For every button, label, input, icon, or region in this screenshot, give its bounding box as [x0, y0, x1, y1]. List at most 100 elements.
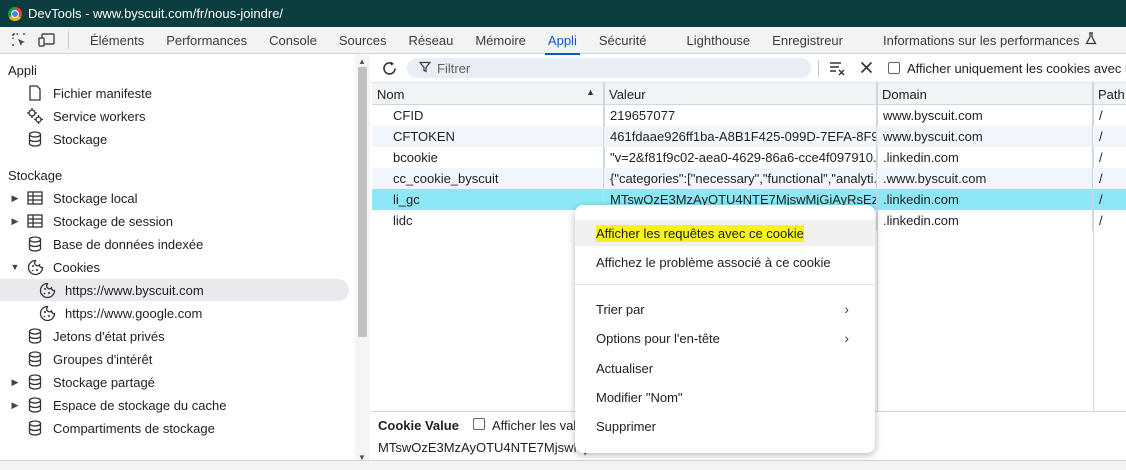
cookie-icon	[38, 304, 56, 322]
filter-input[interactable]	[437, 60, 777, 76]
toolbar-divider	[68, 31, 69, 49]
delete-all-cookies-icon[interactable]	[860, 61, 873, 77]
sidebar-item-label: Base de données indexée	[53, 236, 204, 252]
cell-value: {"categories":["necessary","functional",…	[604, 168, 877, 189]
column-header-label: Valeur	[609, 86, 646, 102]
table-row[interactable]: CFTOKEN 461fdaae926ff1ba-A8B1F425-099D-7…	[372, 126, 1126, 147]
cookie-value-title: Cookie Value	[378, 418, 459, 433]
column-header-name[interactable]: Nom ▲	[372, 83, 604, 105]
cell-domain: .linkedin.com	[877, 147, 1093, 168]
cell-domain: .linkedin.com	[877, 210, 1093, 231]
cell-name: cc_cookie_byscuit	[372, 168, 604, 189]
expand-arrow-icon[interactable]: ▶	[10, 193, 20, 204]
cell-value: 461fdaae926ff1ba-A8B1F425-099D-7EFA-8F9.…	[604, 126, 877, 147]
sidebar-item-cookies[interactable]: ▼ Cookies	[10, 256, 100, 278]
tab-performance-insights[interactable]: Informations sur les performances	[872, 27, 1108, 54]
tab-memory[interactable]: Mémoire	[464, 27, 537, 54]
column-header-path[interactable]: Path	[1093, 83, 1126, 105]
clear-filtered-cookies-icon[interactable]	[829, 60, 846, 79]
sidebar-item-storage-overview[interactable]: Stockage	[26, 128, 107, 150]
menu-separator	[575, 284, 875, 285]
sidebar-item-cookies-byscuit[interactable]: https://www.byscuit.com	[0, 279, 349, 301]
window-titlebar: DevTools - www.byscuit.com/fr/nous-joind…	[0, 0, 1126, 27]
sidebar-item-shared-storage[interactable]: ▶ Stockage partagé	[10, 371, 155, 393]
sidebar-item-interest-groups[interactable]: Groupes d'intérêt	[26, 348, 152, 370]
menu-item-refresh[interactable]: Actualiser	[575, 355, 875, 381]
toolbar-divider	[818, 60, 819, 77]
table-icon	[26, 189, 44, 207]
sidebar-item-indexeddb[interactable]: Base de données indexée	[26, 233, 203, 255]
menu-item-label: Affichez le problème associé à ce cookie	[596, 254, 831, 270]
context-menu: Afficher les requêtes avec ce cookie Aff…	[575, 205, 875, 453]
expand-arrow-icon[interactable]: ▶	[10, 377, 20, 388]
database-icon	[26, 373, 44, 391]
sidebar-item-label: Service workers	[53, 108, 146, 124]
table-row[interactable]: bcookie "v=2&f81f9c02-aea0-4629-86a6-cce…	[372, 147, 1126, 168]
menu-item-show-requests[interactable]: Afficher les requêtes avec ce cookie	[575, 220, 875, 246]
tab-lighthouse[interactable]: Lighthouse	[676, 27, 762, 54]
menu-item-delete[interactable]: Supprimer	[575, 413, 875, 439]
sidebar-item-manifest[interactable]: Fichier manifeste	[26, 82, 152, 104]
tab-network[interactable]: Réseau	[398, 27, 465, 54]
tab-elements[interactable]: Éléments	[79, 27, 155, 54]
sidebar-item-local-storage[interactable]: ▶ Stockage local	[10, 187, 138, 209]
sort-ascending-icon: ▲	[586, 87, 595, 97]
column-header-label: Domain	[882, 86, 927, 102]
sidebar-item-storage-buckets[interactable]: Compartiments de stockage	[26, 417, 215, 439]
expand-arrow-icon[interactable]: ▶	[10, 400, 20, 411]
cell-path: /	[1099, 150, 1103, 165]
tab-recorder[interactable]: Enregistreur	[761, 27, 854, 54]
sidebar-scrollbar-thumb[interactable]	[358, 67, 367, 337]
table-row[interactable]: cc_cookie_byscuit {"categories":["necess…	[372, 168, 1126, 189]
refresh-icon[interactable]	[381, 60, 398, 80]
tab-application[interactable]: Appli	[537, 27, 588, 55]
scroll-up-arrow-icon[interactable]: ▲	[358, 57, 366, 66]
filter-icon	[418, 61, 432, 76]
sidebar-item-session-storage[interactable]: ▶ Stockage de session	[10, 210, 173, 232]
menu-item-header-options[interactable]: Options pour l'en-tête ›	[575, 325, 875, 351]
column-header-value[interactable]: Valeur	[604, 83, 877, 105]
cell-domain: .linkedin.com	[877, 189, 1093, 210]
tab-security[interactable]: Sécurité	[588, 27, 658, 54]
sidebar-item-service-workers[interactable]: Service workers	[26, 105, 145, 127]
table-row[interactable]: CFID 219657077 www.byscuit.com /	[372, 105, 1126, 126]
column-header-domain[interactable]: Domain	[877, 83, 1093, 105]
sidebar-scrollbar[interactable]: ▲ ▼	[355, 55, 370, 465]
sidebar-item-private-state-tokens[interactable]: Jetons d'état privés	[26, 325, 165, 347]
sidebar-item-label: https://www.google.com	[65, 305, 203, 321]
inspect-element-icon[interactable]	[10, 31, 28, 49]
drawer-tabbar	[0, 460, 1126, 470]
filter-box[interactable]	[407, 58, 811, 78]
cookie-icon	[26, 258, 44, 276]
menu-item-edit-name[interactable]: Modifier "Nom"	[575, 384, 875, 410]
submenu-chevron-icon: ›	[844, 330, 849, 346]
cell-name: CFTOKEN	[372, 126, 604, 147]
column-header-label: Nom	[377, 86, 405, 102]
device-toolbar-icon[interactable]	[38, 31, 56, 49]
menu-item-show-issue[interactable]: Affichez le problème associé à ce cookie	[575, 249, 875, 275]
cell-path: /	[1099, 108, 1103, 123]
sidebar-item-cookies-google[interactable]: https://www.google.com	[38, 302, 202, 324]
tab-console[interactable]: Console	[258, 27, 328, 54]
cell-value: 219657077	[604, 105, 877, 126]
application-sidebar: Appli Fichier manifeste Service workers …	[0, 55, 355, 465]
sidebar-item-label: Stockage	[53, 131, 108, 147]
sidebar-item-label: Cookies	[53, 259, 100, 275]
expand-arrow-icon[interactable]: ▶	[10, 216, 20, 227]
tab-performance[interactable]: Performances	[155, 27, 258, 54]
cookies-toolbar: Afficher uniquement les cookies avec un	[371, 55, 1126, 83]
table-icon	[26, 212, 44, 230]
cell-domain: www.byscuit.com	[877, 126, 1093, 147]
tab-sources[interactable]: Sources	[328, 27, 398, 54]
only-issues-checkbox[interactable]	[888, 62, 900, 74]
sidebar-item-cache-storage[interactable]: ▶ Espace de stockage du cache	[10, 394, 226, 416]
only-issues-label: Afficher uniquement les cookies avec un	[907, 61, 1126, 76]
cookie-value-text[interactable]: MTswOzE3MzAyOTU4NTE7MjswMjG	[378, 440, 597, 455]
cell-value: "v=2&f81f9c02-aea0-4629-86a6-cce4f097910…	[604, 147, 877, 168]
cell-domain: www.byscuit.com	[877, 105, 1093, 126]
sidebar-item-label: Stockage partagé	[53, 374, 155, 390]
collapse-arrow-icon[interactable]: ▼	[10, 262, 20, 272]
cell-path: /	[1099, 213, 1103, 228]
show-decoded-checkbox[interactable]	[473, 418, 485, 430]
menu-item-sort-by[interactable]: Trier par ›	[575, 296, 875, 322]
